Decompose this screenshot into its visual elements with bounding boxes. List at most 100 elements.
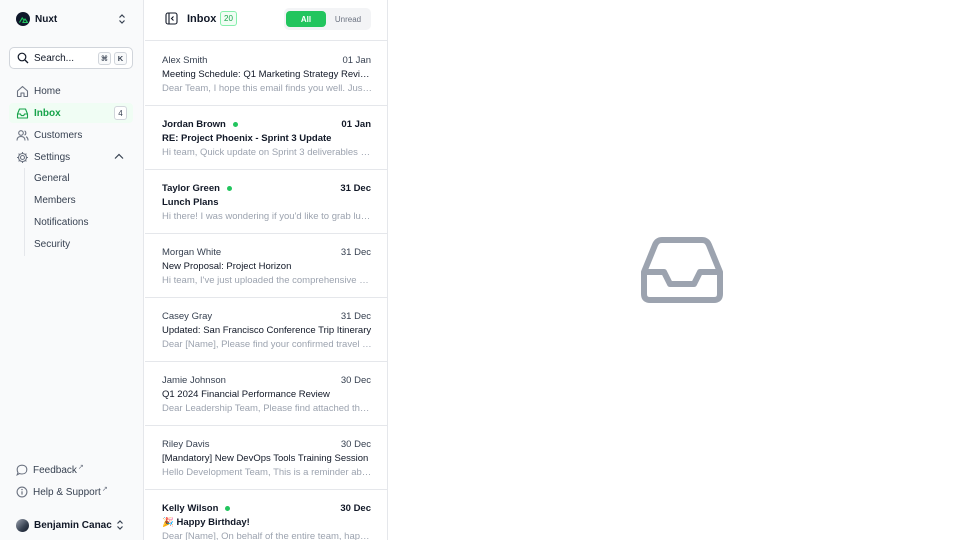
mail-preview: Dear Team, I hope this email finds you w… bbox=[162, 83, 372, 94]
kbd-meta: ⌘ bbox=[98, 52, 111, 65]
sidebar-item-home[interactable]: Home bbox=[9, 81, 133, 101]
sidebar-subitem-security[interactable]: Security bbox=[34, 239, 70, 250]
inbox-icon bbox=[16, 107, 29, 120]
mail-list-item[interactable]: Riley Davis 30 Dec [Mandatory] New DevOps … bbox=[145, 426, 387, 490]
sidebar-subitem-general[interactable]: General bbox=[34, 173, 70, 184]
mail-preview: Dear [Name], Please find your confirmed … bbox=[162, 339, 372, 350]
nuxt-logo-icon bbox=[16, 12, 30, 26]
mail-list-item[interactable]: Morgan White 31 Dec New Proposal: Project … bbox=[145, 234, 387, 298]
search-button[interactable]: Search... ⌘ K bbox=[9, 47, 133, 69]
mail-sender-name: Alex Smith bbox=[162, 55, 208, 66]
mail-subject: New Proposal: Project Horizon bbox=[162, 261, 292, 272]
mail-subject: [Mandatory] New DevOps Tools Training Se… bbox=[162, 453, 369, 464]
inbox-header: Inbox 20 All Unread bbox=[145, 0, 387, 41]
inbox-count-badge: 20 bbox=[220, 11, 237, 26]
chat-bubble-icon bbox=[16, 464, 28, 476]
mail-list-item[interactable]: Jordan Brown 01 Jan RE: Project Phoenix - … bbox=[145, 106, 387, 170]
sidebar-item-label: Home bbox=[34, 85, 61, 97]
mail-subject: Meeting Schedule: Q1 Marketing Strategy … bbox=[162, 69, 372, 80]
settings-subnav-line bbox=[24, 168, 25, 256]
sidebar-item-label: Customers bbox=[34, 129, 83, 141]
mail-sender-name: Morgan White bbox=[162, 247, 222, 258]
kbd-k: K bbox=[114, 52, 127, 65]
mail-sender: Taylor Green bbox=[162, 183, 232, 194]
mail-preview: Dear [Name], On behalf of the entire tea… bbox=[162, 531, 372, 540]
mail-sender-name: Taylor Green bbox=[162, 183, 220, 194]
gear-icon bbox=[16, 151, 29, 164]
collapse-sidebar-icon[interactable] bbox=[165, 12, 178, 25]
mail-date: 30 Dec bbox=[340, 439, 371, 450]
inbox-count-badge: 4 bbox=[114, 106, 127, 120]
mail-sender: Morgan White bbox=[162, 247, 221, 258]
mail-date: 31 Dec bbox=[340, 311, 371, 322]
external-link-icon: ↗ bbox=[77, 464, 84, 471]
mail-list-item[interactable]: Taylor Green 31 Dec Lunch Plans Hi there! I… bbox=[145, 170, 387, 234]
mail-sender: Kelly Wilson bbox=[162, 503, 231, 514]
mail-preview: Hi team, Quick update on Sprint 3 delive… bbox=[162, 147, 372, 158]
unread-dot-icon bbox=[225, 506, 231, 511]
sidebar-item-settings[interactable]: Settings bbox=[9, 147, 133, 167]
inbox-list-panel: Inbox 20 All Unread Alex Smith 01 Jan Meet… bbox=[145, 0, 388, 540]
mail-sender-name: Jordan Brown bbox=[162, 119, 226, 130]
inbox-icon bbox=[640, 236, 724, 307]
team-name: Nuxt bbox=[35, 13, 58, 25]
mail-sender: Casey Gray bbox=[162, 311, 212, 322]
search-icon bbox=[17, 52, 29, 64]
help-support-link[interactable]: Help & Support ↗ bbox=[9, 483, 133, 501]
mail-sender: Riley Davis bbox=[162, 439, 210, 450]
mail-sender: Jamie Johnson bbox=[162, 375, 226, 386]
sidebar: Nuxt Search... ⌘ K Home Inbox 4 Customer… bbox=[0, 0, 144, 540]
mail-subject: RE: Project Phoenix - Sprint 3 Update bbox=[162, 133, 332, 144]
users-icon bbox=[16, 129, 29, 142]
unread-dot-icon bbox=[232, 122, 238, 127]
feedback-link[interactable]: Feedback ↗ bbox=[9, 461, 133, 479]
mail-list-item[interactable]: Alex Smith 01 Jan Meeting Schedule: Q1 Mar… bbox=[145, 42, 387, 106]
mail-subject: Q1 2024 Financial Performance Review bbox=[162, 389, 330, 400]
mail-sender-name: Kelly Wilson bbox=[162, 503, 219, 514]
team-switcher[interactable]: Nuxt bbox=[8, 8, 136, 30]
tab-unread[interactable]: Unread bbox=[328, 11, 368, 27]
mail-date: 30 Dec bbox=[340, 375, 371, 386]
info-icon bbox=[16, 486, 28, 498]
tab-all[interactable]: All bbox=[286, 11, 326, 27]
chevron-up-down-icon bbox=[118, 13, 126, 28]
mail-sender-name: Riley Davis bbox=[162, 439, 210, 450]
mail-sender: Alex Smith bbox=[162, 55, 207, 66]
mail-list-item[interactable]: Casey Gray 31 Dec Updated: San Francisco C… bbox=[145, 298, 387, 362]
unread-dot-icon bbox=[226, 186, 232, 191]
chevron-up-down-icon bbox=[116, 519, 124, 534]
mail-subject: Lunch Plans bbox=[162, 197, 219, 208]
mail-preview: Hi team, I've just uploaded the comprehe… bbox=[162, 275, 372, 286]
mail-subject: 🎉 Happy Birthday! bbox=[162, 517, 250, 528]
home-icon bbox=[16, 85, 29, 98]
avatar bbox=[16, 518, 29, 532]
mail-date: 30 Dec bbox=[340, 503, 371, 514]
sidebar-item-label: Settings bbox=[34, 151, 71, 163]
mail-list-item[interactable]: Kelly Wilson 30 Dec 🎉 Happy Birthday! Dear … bbox=[145, 490, 387, 540]
sidebar-item-label: Inbox bbox=[34, 107, 61, 119]
user-menu[interactable]: Benjamin Canac bbox=[9, 514, 133, 536]
user-name: Benjamin Canac bbox=[34, 519, 112, 531]
help-support-label: Help & Support bbox=[33, 486, 101, 498]
search-placeholder: Search... bbox=[34, 52, 75, 64]
mail-date: 01 Jan bbox=[342, 55, 371, 66]
mail-date: 31 Dec bbox=[340, 247, 371, 258]
mail-preview: Dear Leadership Team, Please find attach… bbox=[162, 403, 372, 414]
mail-detail-empty bbox=[389, 0, 960, 540]
mail-date: 31 Dec bbox=[340, 183, 371, 194]
mail-sender-name: Casey Gray bbox=[162, 311, 213, 322]
mail-preview: Hello Development Team, This is a remind… bbox=[162, 467, 372, 478]
sidebar-subitem-notifications[interactable]: Notifications bbox=[34, 217, 88, 228]
mail-date: 01 Jan bbox=[341, 119, 371, 130]
sidebar-subitem-members[interactable]: Members bbox=[34, 195, 76, 206]
sidebar-item-customers[interactable]: Customers bbox=[9, 125, 133, 145]
filter-tabs: All Unread bbox=[284, 8, 371, 30]
feedback-label: Feedback bbox=[33, 464, 77, 476]
external-link-icon: ↗ bbox=[101, 486, 108, 493]
mail-subject: Updated: San Francisco Conference Trip I… bbox=[162, 325, 372, 336]
chevron-up-icon[interactable] bbox=[114, 153, 124, 160]
page-title: Inbox bbox=[187, 13, 217, 25]
sidebar-item-inbox[interactable]: Inbox 4 bbox=[9, 103, 133, 123]
mail-list-item[interactable]: Jamie Johnson 30 Dec Q1 2024 Financial Per… bbox=[145, 362, 387, 426]
mail-preview: Hi there! I was wondering if you'd like … bbox=[162, 211, 372, 222]
